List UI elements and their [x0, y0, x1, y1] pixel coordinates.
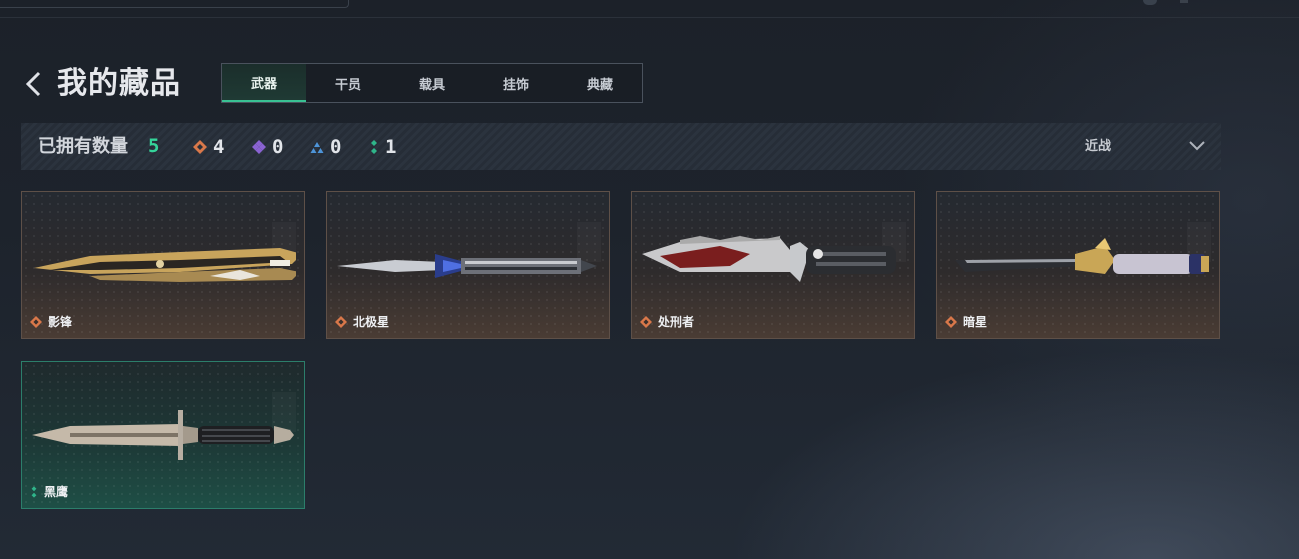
butterfly-knife-image: [34, 248, 296, 282]
orange-diamond-icon: [335, 315, 347, 328]
chevron-down-icon[interactable]: [1187, 139, 1207, 153]
orange-diamond-icon: [30, 315, 42, 328]
back-arrow-icon[interactable]: [24, 70, 44, 98]
orange-diamond-icon: [640, 315, 652, 328]
combat-knife-image: [642, 236, 896, 282]
card-label: 黑鹰: [30, 483, 68, 500]
owned-total-count: 5: [148, 135, 160, 157]
item-name: 北极星: [353, 315, 390, 329]
rarity-count-blue: 0: [310, 123, 341, 170]
fighting-knife-image: [32, 410, 294, 460]
orange-diamond-icon: [193, 139, 207, 154]
collection-card-anxing[interactable]: 暗星: [936, 191, 1220, 339]
dagger-image: [337, 254, 597, 278]
rarity-count-value: 0: [272, 135, 284, 158]
orange-diamond-icon: [945, 315, 957, 328]
tab-collection[interactable]: 典藏: [558, 64, 642, 102]
category-tabs: 武器 干员 载具 挂饰 典藏: [221, 63, 643, 103]
green-dots-icon: [31, 485, 37, 498]
collection-card-beijixing[interactable]: 北极星: [326, 191, 610, 339]
rarity-count-value: 1: [385, 135, 397, 158]
green-dots-icon: [371, 139, 377, 154]
profile-icon[interactable]: [1143, 0, 1157, 5]
item-name: 影锋: [48, 315, 73, 329]
rarity-count-purple: 0: [252, 123, 283, 170]
item-name: 黑鹰: [44, 485, 69, 499]
collection-card-heiying[interactable]: 黑鹰: [21, 361, 305, 509]
rarity-count-value: 0: [330, 135, 342, 158]
owned-count-label: 已拥有数量: [38, 136, 128, 157]
owned-stats-bar: 已拥有数量 5 4 0 0 1 近战: [21, 123, 1221, 170]
card-label: 北极星: [335, 313, 389, 330]
menu-icon[interactable]: [1180, 0, 1188, 3]
card-label: 暗星: [945, 313, 987, 330]
collection-card-yingfeng[interactable]: 影锋: [21, 191, 305, 339]
page-title: 我的藏品: [57, 66, 181, 101]
purple-diamond-icon: [252, 139, 266, 154]
tab-charms[interactable]: 挂饰: [474, 64, 558, 102]
top-bar: [0, 0, 1299, 18]
rarity-count-orange: 4: [193, 123, 224, 170]
item-name: 处刑者: [658, 315, 695, 329]
tab-vehicles[interactable]: 载具: [390, 64, 474, 102]
weapon-type-filter[interactable]: 近战: [1085, 123, 1111, 170]
rarity-count-value: 4: [213, 135, 225, 158]
tab-operators[interactable]: 干员: [306, 64, 390, 102]
blue-triangle-icon: [310, 141, 324, 153]
collection-card-chuxingzhe[interactable]: 处刑者: [631, 191, 915, 339]
item-name: 暗星: [963, 315, 988, 329]
rarity-count-green: 1: [369, 123, 396, 170]
top-search-frame[interactable]: [0, 0, 349, 8]
tab-weapons[interactable]: 武器: [222, 64, 306, 102]
card-label: 影锋: [30, 313, 72, 330]
knife-image: [955, 238, 1209, 274]
card-label: 处刑者: [640, 313, 694, 330]
